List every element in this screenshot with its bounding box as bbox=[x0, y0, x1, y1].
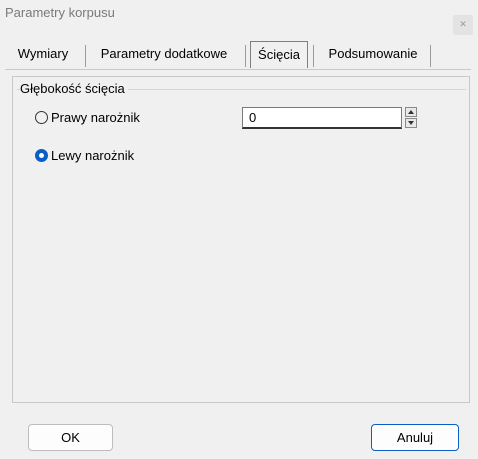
dialog-window: Parametry korpusu ✕ Wymiary Parametry do… bbox=[0, 0, 478, 459]
radio-label-lewy[interactable]: Lewy narożnik bbox=[51, 148, 134, 163]
chevron-up-icon[interactable] bbox=[405, 107, 417, 117]
tab-wymiary[interactable]: Wymiary bbox=[7, 41, 79, 67]
close-icon: ✕ bbox=[459, 19, 467, 29]
ok-button[interactable]: OK bbox=[28, 424, 113, 451]
radio-lewy-naroznik[interactable] bbox=[35, 149, 48, 162]
title-bar: Parametry korpusu ✕ bbox=[0, 0, 478, 35]
depth-stepper[interactable] bbox=[405, 107, 417, 129]
tab-baseline bbox=[5, 69, 471, 70]
radio-prawy-naroznik[interactable] bbox=[35, 111, 48, 124]
tab-parametry-dodatkowe[interactable]: Parametry dodatkowe bbox=[89, 41, 239, 67]
tab-divider bbox=[85, 45, 86, 67]
tab-sciecia[interactable]: Ścięcia bbox=[250, 41, 308, 68]
tab-strip: Wymiary Parametry dodatkowe Ścięcia Pods… bbox=[5, 41, 475, 69]
depth-value-input[interactable] bbox=[242, 107, 402, 129]
button-bar: OK Anuluj bbox=[0, 404, 478, 459]
tab-divider bbox=[245, 45, 246, 67]
tab-divider bbox=[430, 45, 431, 67]
cancel-button[interactable]: Anuluj bbox=[371, 424, 459, 451]
group-label: Głębokość ścięcia bbox=[20, 81, 128, 96]
group-box bbox=[17, 89, 466, 402]
tab-divider bbox=[313, 45, 314, 67]
chevron-down-icon[interactable] bbox=[405, 118, 417, 128]
window-title: Parametry korpusu bbox=[5, 5, 115, 20]
radio-label-prawy[interactable]: Prawy narożnik bbox=[51, 110, 140, 125]
tab-podsumowanie[interactable]: Podsumowanie bbox=[319, 41, 427, 67]
close-button[interactable]: ✕ bbox=[453, 15, 473, 35]
